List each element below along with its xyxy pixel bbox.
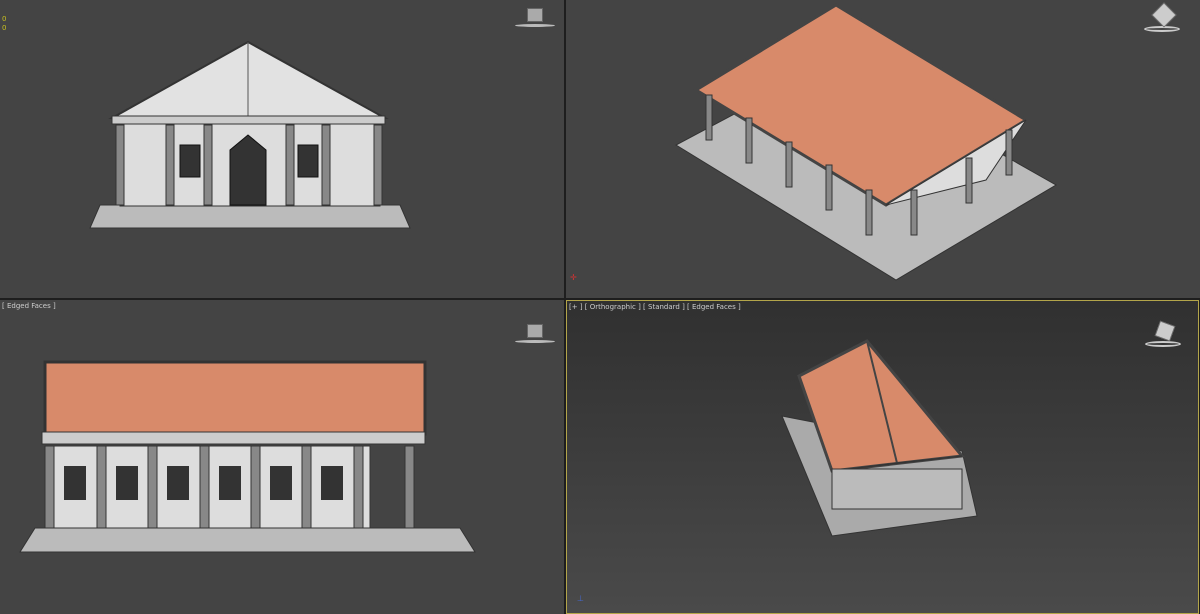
viewcube-icon[interactable] bbox=[515, 6, 555, 36]
viewport-perspective[interactable]: ✛ bbox=[566, 0, 1200, 298]
viewport-left[interactable]: [ Edged Faces ] bbox=[0, 300, 564, 614]
perspective-view-model bbox=[674, 3, 1057, 281]
viewport-orthographic-active[interactable]: [+ ] [ Orthographic ] [ Standard ] [ Edg… bbox=[566, 300, 1199, 614]
viewcube-icon[interactable] bbox=[1144, 2, 1184, 34]
axis-gizmo-icon: ✛ bbox=[570, 273, 577, 282]
viewcube-icon[interactable] bbox=[515, 322, 555, 352]
side-view-model bbox=[19, 360, 476, 553]
ortho-view-model bbox=[781, 339, 978, 537]
axis-gizmo-icon: ⊥ bbox=[577, 594, 584, 603]
viewcube-icon[interactable] bbox=[1145, 320, 1185, 351]
viewport-front[interactable]: 0 0 bbox=[0, 0, 564, 298]
front-view-model bbox=[89, 40, 411, 229]
